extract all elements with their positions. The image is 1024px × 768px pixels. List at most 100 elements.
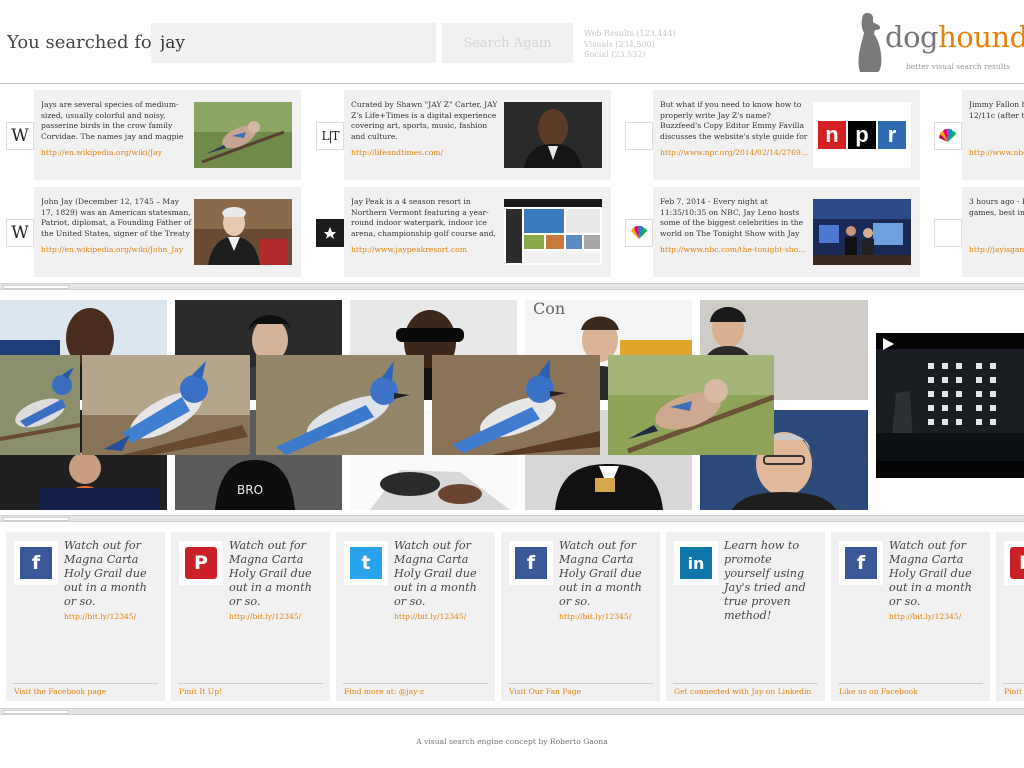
visuals-count[interactable]: Visuals (234,500) xyxy=(584,40,676,51)
jay-peak-icon xyxy=(316,219,344,247)
social-link[interactable]: http://bit.ly/12345/ xyxy=(889,612,961,621)
web-result-url[interactable]: http://en.wikipedia.org/wiki/Jay xyxy=(41,148,193,157)
web-result-url[interactable]: http://www.npr.org/2014/02/14/2769... xyxy=(660,148,812,157)
social-link[interactable]: http://bit.ly/12345/ xyxy=(394,612,466,621)
social-card[interactable]: t Watch out for Magna Carta Holy Grail d… xyxy=(336,532,495,701)
social-card[interactable]: P Watch out for Magna Carta Holy Grail d… xyxy=(171,532,330,701)
web-result-card[interactable]: Feb 7, 2014 - Every night at 11:35/10:35… xyxy=(619,187,920,277)
logo-word-hound: hound xyxy=(938,20,1024,54)
visuals-section: Con BRO xyxy=(0,297,1024,513)
svg-text:p: p xyxy=(855,122,868,147)
web-result-body: Curated by Shawn "JAY Z" Carter, JAY Z's… xyxy=(344,90,611,180)
web-result-card[interactable]: But what if you need to know how to prop… xyxy=(619,90,920,180)
web-result-card[interactable]: Jimmy Fallon hosts Starring Jimmy 12/11c… xyxy=(928,90,1024,180)
social-card[interactable]: f Watch out for Magna Carta Holy Grail d… xyxy=(6,532,165,701)
blue-jay-image[interactable] xyxy=(0,355,80,455)
web-results-scrollbar[interactable] xyxy=(0,283,1024,290)
npr-logo-thumbnail[interactable]: n p r xyxy=(813,102,911,168)
social-section: f Watch out for Magna Carta Holy Grail d… xyxy=(0,532,1024,702)
social-count[interactable]: Social (23,532) xyxy=(584,50,676,61)
logo-wordmark: doghound xyxy=(885,20,1024,54)
card-divider xyxy=(673,683,818,684)
web-result-snippet: But what if you need to know how to prop… xyxy=(660,100,808,141)
social-card[interactable]: in Learn how to promote yourself using J… xyxy=(666,532,825,701)
web-result-url[interactable]: http://www.jaypeakresort.com xyxy=(351,245,503,254)
pinterest-icon: P xyxy=(179,541,223,585)
social-card[interactable]: f Watch out for Magna Carta Holy Grail d… xyxy=(831,532,990,701)
card-divider xyxy=(838,683,983,684)
life-and-times-icon: L|T xyxy=(316,122,344,150)
social-message: Watch out for Magna Carta Holy Grail due… xyxy=(559,539,655,624)
svg-text:BRO: BRO xyxy=(237,483,263,497)
web-result-body: John Jay (December 12, 1745 – May 17, 18… xyxy=(34,187,301,277)
linkedin-glyph: in xyxy=(680,547,712,579)
social-card[interactable]: f Watch out for Magna Carta Holy Grail d… xyxy=(501,532,660,701)
svg-text:n: n xyxy=(825,122,838,147)
logo-word-dog: dog xyxy=(885,20,939,54)
blue-jay-thumbnail[interactable] xyxy=(194,102,292,168)
social-footer-link[interactable]: Pinit I xyxy=(1004,687,1024,696)
web-result-body: Jay Peak is a 4 season resort in Norther… xyxy=(344,187,611,277)
web-result-snippet: Jays are several species of medium-sized… xyxy=(41,100,184,141)
social-message: Watch out for Magna Carta Holy Grail due… xyxy=(64,539,160,624)
search-input[interactable] xyxy=(151,23,436,63)
social-footer-link[interactable]: Like us on Facebook xyxy=(839,687,918,696)
social-message-text: Watch out for Magna Carta Holy Grail due… xyxy=(559,539,642,608)
web-result-card[interactable]: W John Jay (December 12, 1745 – May 17, … xyxy=(0,187,301,277)
web-result-url[interactable]: http://www.nbc.com/... xyxy=(969,148,1024,157)
searched-for-label: You searched for.. xyxy=(7,32,170,53)
social-link[interactable]: http://bit.ly/12345/ xyxy=(229,612,301,621)
web-results-count[interactable]: Web Results (123,444) xyxy=(584,29,676,40)
scrollbar-thumb[interactable] xyxy=(3,517,69,521)
dog-silhouette-icon xyxy=(858,13,882,72)
web-result-card[interactable]: 3 hours ago - Play best online and flash… xyxy=(928,187,1024,277)
blue-jay-image[interactable] xyxy=(432,355,600,455)
search-again-button[interactable]: Search Again xyxy=(442,23,573,63)
doghound-logo[interactable]: doghound better visual search results xyxy=(855,12,1024,74)
social-link[interactable]: http://bit.ly/12345/ xyxy=(64,612,136,621)
card-divider xyxy=(178,683,323,684)
social-footer-link[interactable]: Find more at: @jay-z xyxy=(344,687,424,696)
john-jay-painting-thumbnail[interactable] xyxy=(194,199,292,265)
card-divider xyxy=(508,683,653,684)
social-footer-link[interactable]: Get connected with Jay on Linkedin xyxy=(674,687,811,696)
card-divider xyxy=(13,683,158,684)
web-result-url[interactable]: http://en.wikipedia.org/wiki/John_Jay xyxy=(41,245,193,254)
play-icon[interactable] xyxy=(881,337,895,351)
blank-source-icon xyxy=(934,219,962,247)
facebook-icon: f xyxy=(14,541,58,585)
web-result-url[interactable]: http://jayisgam... xyxy=(969,245,1024,254)
web-result-body: But what if you need to know how to prop… xyxy=(653,90,920,180)
web-result-card[interactable]: L|T Curated by Shawn "JAY Z" Carter, JAY… xyxy=(310,90,611,180)
social-link[interactable]: http://bit.ly/12345/ xyxy=(559,612,631,621)
header: You searched for.. Search Again Web Resu… xyxy=(0,0,1024,84)
eurasian-jay-image[interactable] xyxy=(608,355,774,455)
web-result-card[interactable]: W Jays are several species of medium-siz… xyxy=(0,90,301,180)
scrollbar-thumb[interactable] xyxy=(3,710,69,714)
web-result-body: 3 hours ago - Play best online and flash… xyxy=(962,187,1024,277)
pinterest-glyph: P xyxy=(1010,547,1024,579)
blue-jay-image[interactable] xyxy=(82,355,250,455)
social-footer-link[interactable]: Visit the Facebook page xyxy=(14,687,106,696)
blue-jay-image[interactable] xyxy=(256,355,424,455)
social-message: Watch out for Magna Carta Holy Grail due… xyxy=(394,539,490,624)
web-result-card[interactable]: Jay Peak is a 4 season resort in Norther… xyxy=(310,187,611,277)
nbc-peacock-icon xyxy=(625,219,653,247)
web-result-snippet: Feb 7, 2014 - Every night at 11:35/10:35… xyxy=(660,197,804,238)
social-scrollbar[interactable] xyxy=(0,708,1024,715)
web-result-snippet: 3 hours ago - Play best online and flash… xyxy=(969,197,1024,217)
social-footer-link[interactable]: Visit Our Fan Page xyxy=(509,687,581,696)
wikipedia-icon: W xyxy=(6,219,34,247)
web-result-url[interactable]: http://www.nbc.com/the-tonight-sho... xyxy=(660,245,812,254)
scrollbar-thumb[interactable] xyxy=(3,285,69,289)
tonight-show-thumbnail[interactable] xyxy=(813,199,911,265)
jay-z-portrait-thumbnail[interactable] xyxy=(504,102,602,168)
social-footer-link[interactable]: Pinit It Up! xyxy=(179,687,222,696)
web-result-url[interactable]: http://lifeandtimes.com/ xyxy=(351,148,503,157)
social-message: Watch out for Magna Carta Holy Grail due… xyxy=(229,539,325,624)
web-result-snippet: John Jay (December 12, 1745 – May 17, 18… xyxy=(41,197,192,238)
jay-peak-website-thumbnail[interactable] xyxy=(504,199,602,265)
visual-result-video[interactable] xyxy=(876,333,1024,478)
social-card[interactable]: P Pinit I xyxy=(996,532,1024,701)
visuals-scrollbar[interactable] xyxy=(0,515,1024,522)
